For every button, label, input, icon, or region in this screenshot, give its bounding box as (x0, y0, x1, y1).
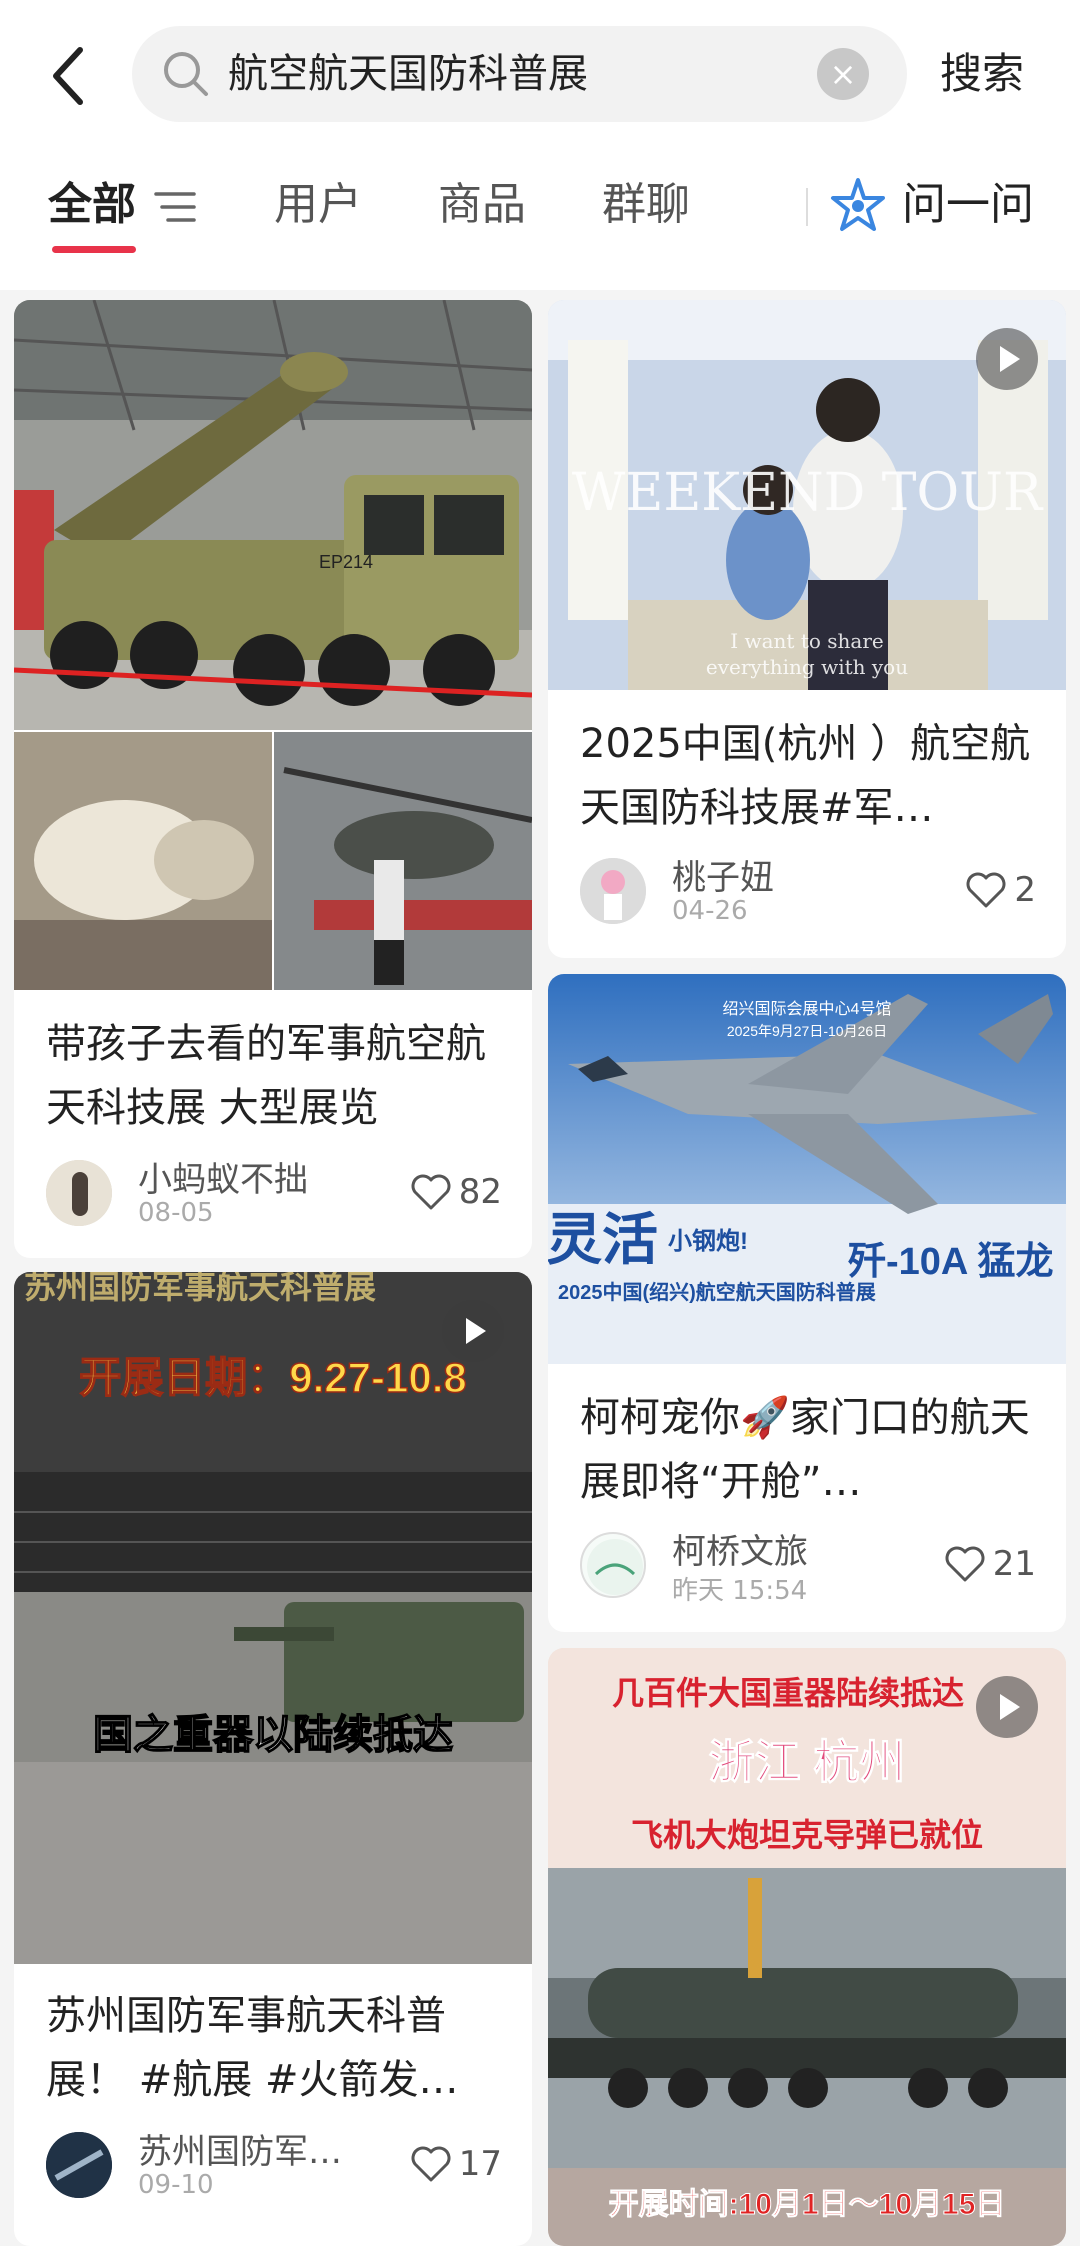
card-image: 几百件大国重器陆续抵达 浙江 杭州 飞机大炮坦克导弹已就位 开展时间:10月1日… (548, 1648, 1066, 2246)
filter-tabs: 全部 用户 商品 群聊 问一问 (0, 160, 1080, 260)
image-caption: 飞机大炮坦克导弹已就位 (631, 1817, 983, 1853)
back-button[interactable] (40, 36, 100, 116)
card-title: 柯柯宠你🚀家门口的航天展即将“开舱”… (580, 1395, 1030, 1505)
author-name[interactable]: 小蚂蚁不拙 (138, 1152, 308, 1201)
note-card[interactable]: 绍兴国际会展中心4号馆 2025年9月27日-10月26日 灵活 小钢炮! 歼-… (548, 974, 1066, 1632)
image-caption: 2025中国(绍兴)航空航天国防科普展 (558, 1280, 876, 1304)
avatar[interactable] (580, 858, 646, 924)
heart-icon (411, 1174, 451, 1210)
card-image: 绍兴国际会展中心4号馆 2025年9月27日-10月26日 灵活 小钢炮! 歼-… (548, 974, 1066, 1364)
clear-search-button[interactable]: × (817, 48, 869, 100)
ai-star-icon[interactable] (828, 176, 888, 236)
like-count: 17 (458, 2144, 502, 2184)
play-icon (442, 1300, 504, 1362)
search-icon (164, 52, 208, 96)
chevron-left-icon (53, 47, 83, 105)
tab-users[interactable]: 用户 (274, 160, 362, 250)
tab-divider (806, 188, 808, 226)
author-name[interactable]: 柯桥文旅 (672, 1524, 808, 1573)
post-date: 08-05 (138, 1198, 214, 1228)
like-button[interactable]: 17 (411, 2144, 502, 2184)
play-icon (976, 1676, 1038, 1738)
post-date: 昨天 15:54 (672, 1576, 808, 1606)
search-button[interactable]: 搜索 (940, 26, 1024, 122)
heart-icon (945, 1546, 985, 1582)
image-caption: 苏州国防军事航天科普展 (24, 1272, 376, 1305)
image-caption: 歼-10A 猛龙 (848, 1241, 1054, 1283)
active-tab-indicator (52, 246, 136, 253)
author-name[interactable]: 桃子妞 (672, 850, 774, 899)
like-count: 2 (1014, 870, 1036, 910)
card-title: 带孩子去看的军事航空航天科技展 大型展览 (46, 1021, 486, 1131)
like-count: 82 (458, 1172, 502, 1212)
post-date: 04-26 (672, 896, 748, 926)
search-input[interactable]: 航空航天国防科普展 × (132, 26, 907, 122)
vehicle-number: EP214 (319, 552, 373, 572)
image-caption: 灵活 (548, 1208, 658, 1271)
like-button[interactable]: 2 (966, 870, 1036, 910)
search-query: 航空航天国防科普展 (228, 51, 588, 97)
avatar[interactable] (46, 1160, 112, 1226)
heart-icon (411, 2146, 451, 2182)
like-button[interactable]: 21 (945, 1544, 1036, 1584)
heart-icon (966, 872, 1006, 908)
tab-products[interactable]: 商品 (438, 160, 526, 250)
image-caption: 几百件大国重器陆续抵达 (612, 1675, 964, 1711)
card-image: 苏州国防军事航天科普展 开展日期：9.27-10.8 国之重器以陆续抵达 (14, 1272, 532, 1964)
image-caption: 2025年9月27日-10月26日 (727, 1023, 887, 1039)
card-title: 苏州国防军事航天科普展！ #航展 #火箭发… (46, 1993, 459, 2103)
tab-group-chats[interactable]: 群聊 (602, 160, 690, 250)
note-card[interactable]: 苏州国防军事航天科普展 开展日期：9.27-10.8 国之重器以陆续抵达 苏州国… (14, 1272, 532, 2246)
like-button[interactable]: 82 (411, 1172, 502, 1212)
note-card[interactable]: EP214 带孩子去看的军事航空航天科技展 大型展览 小蚂蚁不拙 08-05 8… (14, 300, 532, 1258)
play-icon (976, 328, 1038, 390)
like-count: 21 (992, 1544, 1036, 1584)
image-caption: 绍兴国际会展中心4号馆 (723, 1000, 892, 1018)
avatar[interactable] (46, 2132, 112, 2198)
tab-all[interactable]: 全部 (48, 160, 136, 250)
card-title: 2025中国(杭州 ）航空航天国防科技展#军… (580, 721, 1031, 831)
author-name[interactable]: 苏州国防军… (138, 2124, 342, 2173)
post-date: 09-10 (138, 2170, 214, 2200)
tab-ask[interactable]: 问一问 (902, 160, 1034, 250)
filter-icon[interactable] (154, 188, 198, 226)
image-caption: 国之重器以陆续抵达 (93, 1713, 453, 1757)
image-caption: everything with you (706, 655, 908, 679)
image-caption: 开展时间:10月1日～10月15日 (609, 2188, 1006, 2221)
image-caption: I want to share (730, 629, 883, 653)
image-caption: 浙江 杭州 (709, 1736, 906, 1788)
top-bar: 航空航天国防科普展 × 搜索 全部 用户 商品 群聊 问一问 (0, 0, 1080, 290)
image-caption: WEEKEND TOUR (572, 463, 1044, 523)
card-image: EP214 (14, 300, 532, 990)
card-image: WEEKEND TOUR I want to share everything … (548, 300, 1066, 690)
note-card[interactable]: 几百件大国重器陆续抵达 浙江 杭州 飞机大炮坦克导弹已就位 开展时间:10月1日… (548, 1648, 1066, 2246)
avatar[interactable] (580, 1532, 646, 1598)
note-card[interactable]: WEEKEND TOUR I want to share everything … (548, 300, 1066, 958)
image-caption: 开展日期：9.27-10.8 (79, 1354, 466, 1401)
image-caption: 小钢炮! (668, 1227, 748, 1255)
